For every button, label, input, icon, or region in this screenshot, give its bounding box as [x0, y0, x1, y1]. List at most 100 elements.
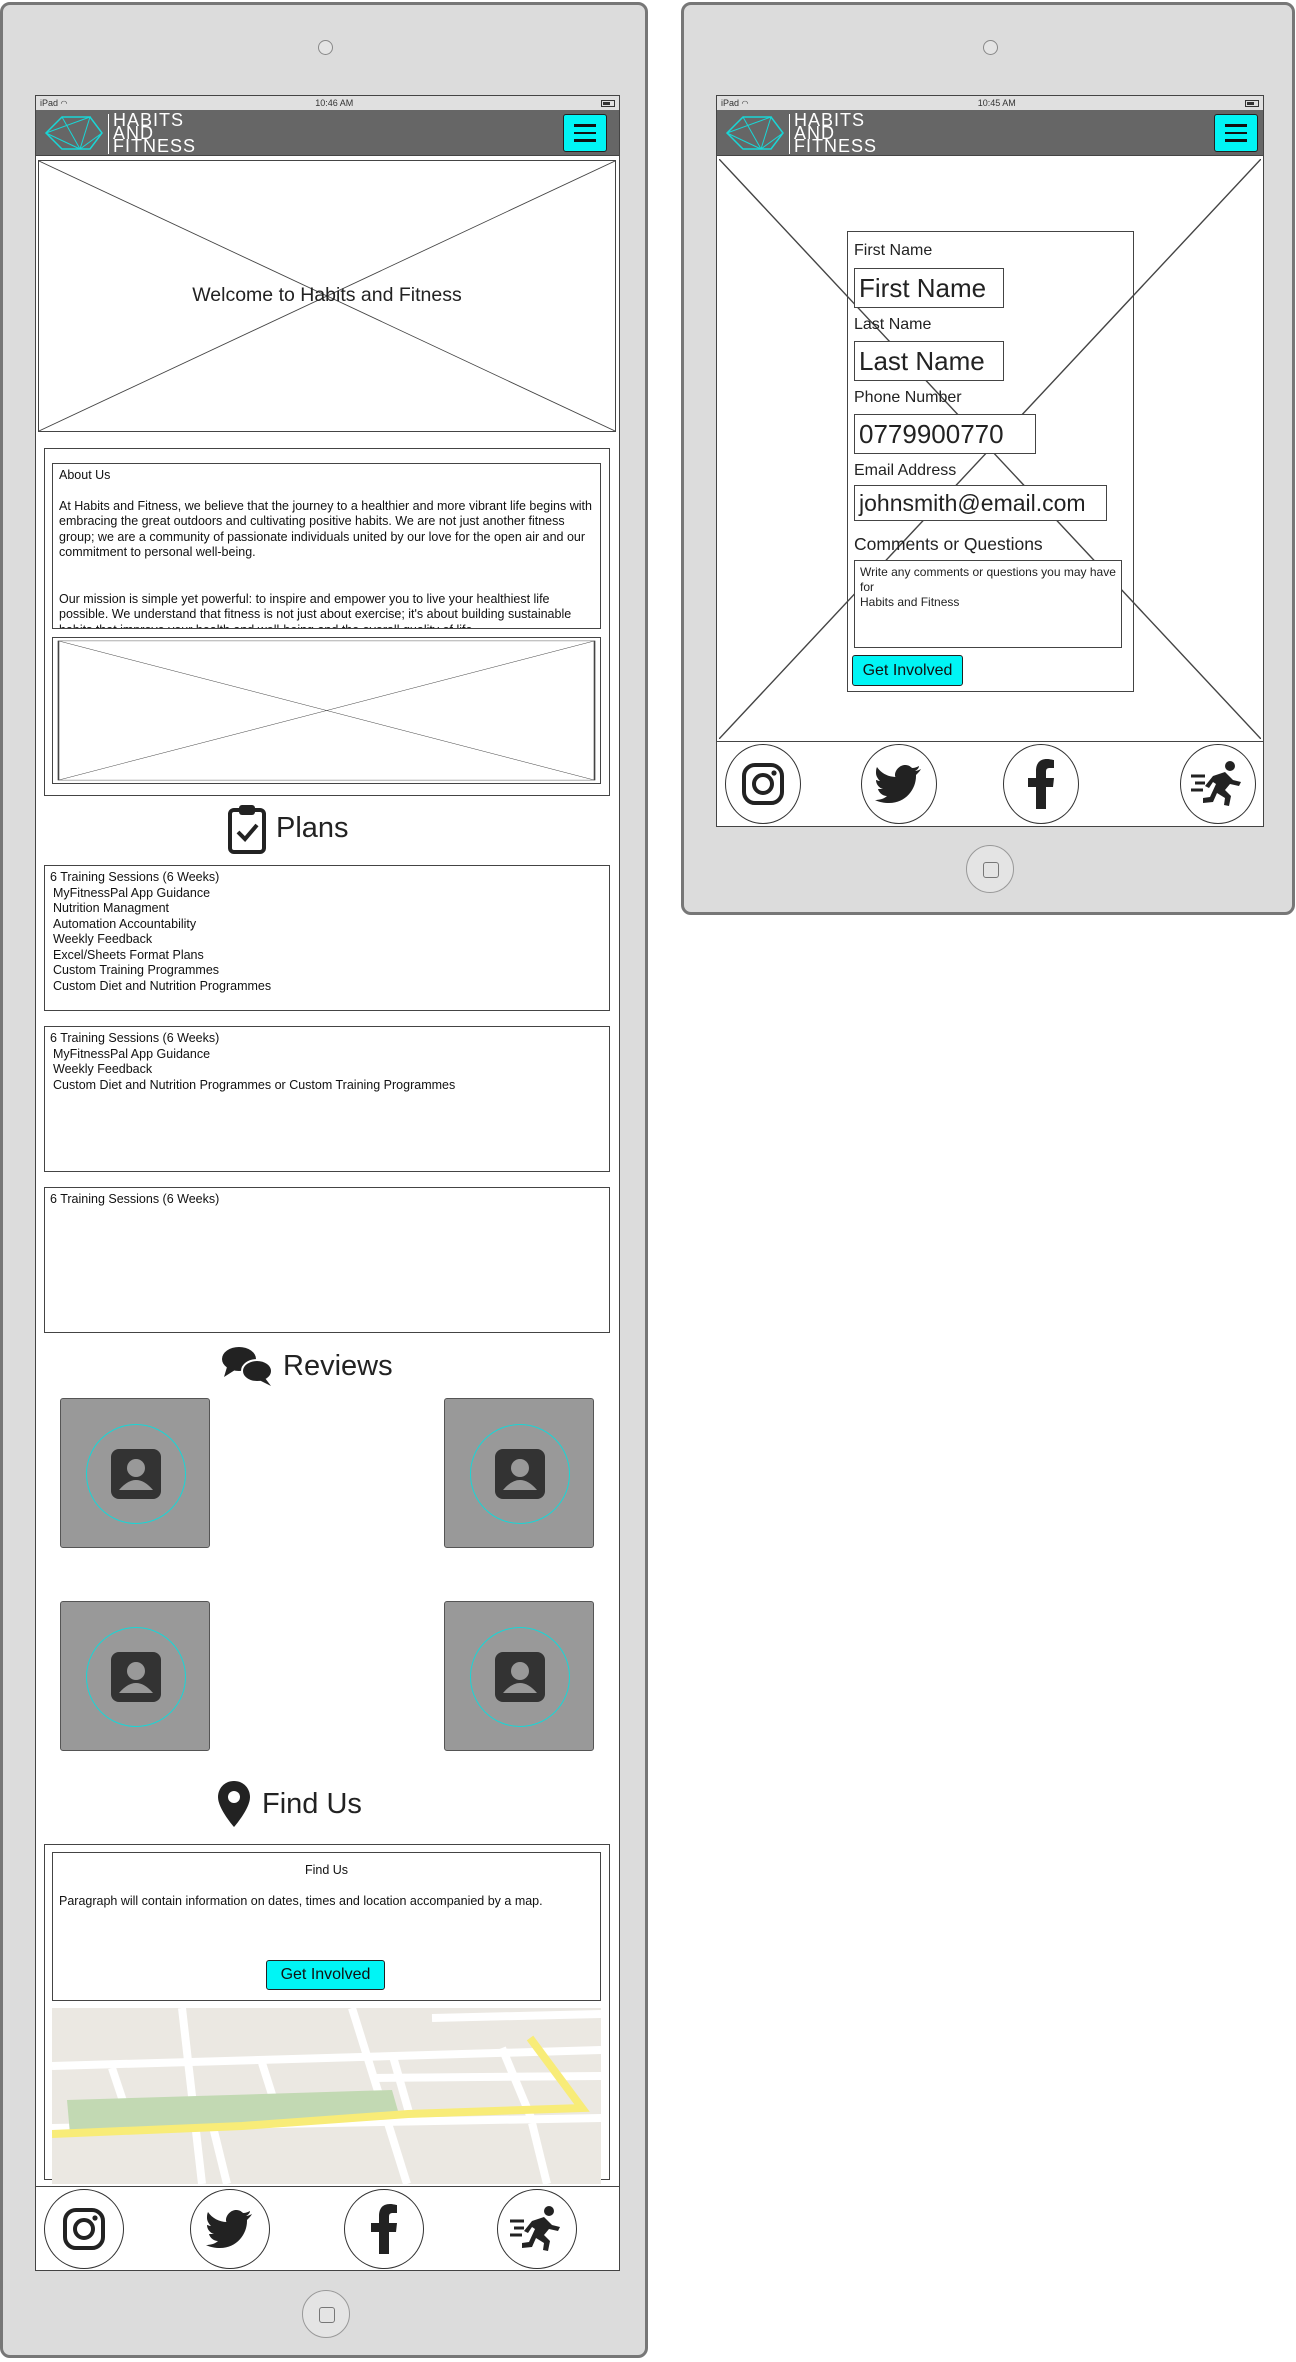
user-avatar-icon [495, 1652, 545, 1702]
battery-icon [600, 99, 615, 107]
get-involved-button[interactable]: Get Involved [266, 1960, 385, 1990]
twitter-link[interactable] [190, 2189, 270, 2269]
carrier-label: iPad [721, 98, 740, 108]
plan-item: Automation Accountability [53, 916, 197, 931]
map-image[interactable] [52, 2008, 601, 2184]
find-us-card: Find Us Paragraph will contain informati… [52, 1852, 601, 2001]
home-button[interactable] [966, 845, 1014, 893]
plan-item: Excel/Sheets Format Plans [53, 947, 204, 962]
phone-input[interactable]: 0779900770 [854, 414, 1036, 454]
status-bar: iPad ◠ 10:45 AM [717, 96, 1263, 110]
status-bar: iPad ◠ 10:46 AM [36, 96, 619, 110]
running-link[interactable] [1180, 744, 1256, 824]
screen-right: iPad ◠ 10:45 AM HABITS AND FITNESS First… [716, 95, 1264, 827]
plan-card-3[interactable]: 6 Training Sessions (6 Weeks) [44, 1187, 610, 1333]
plan-item: MyFitnessPal App Guidance [53, 885, 211, 900]
plans-heading: Plans [228, 800, 349, 856]
first-name-label: First Name [854, 242, 933, 259]
navbar: HABITS AND FITNESS [717, 110, 1263, 156]
logo-icon[interactable] [721, 113, 785, 153]
comments-icon [222, 1347, 273, 1386]
user-avatar-icon [111, 1449, 161, 1499]
image-placeholder [57, 640, 596, 781]
twitter-icon [875, 765, 921, 803]
comments-placeholder-line-2: Habits and Fitness [860, 595, 960, 609]
comments-label: Comments or Questions [854, 534, 1043, 554]
plan-item: Custom Diet and Nutrition Programmes [53, 978, 272, 993]
review-tile[interactable] [60, 1398, 210, 1548]
first-name-input[interactable]: First Name [854, 268, 1004, 308]
hamburger-icon [574, 124, 596, 127]
plan-item: Weekly Feedback [53, 932, 153, 946]
last-name-label: Last Name [854, 316, 932, 333]
get-involved-button[interactable]: Get Involved [852, 655, 963, 686]
email-input[interactable]: johnsmith@email.com [854, 485, 1107, 521]
plan-item: MyFitnessPal App Guidance [53, 1046, 211, 1061]
plan-title: 6 Training Sessions (6 Weeks) [50, 1192, 220, 1206]
reviews-title: Reviews [283, 1349, 393, 1382]
plan-card-1[interactable]: 6 Training Sessions (6 Weeks) MyFitnessP… [44, 865, 610, 1011]
brand-wordmark[interactable]: HABITS AND FITNESS [789, 111, 878, 156]
comments-textarea[interactable]: Write any comments or questions you may … [854, 560, 1122, 648]
plans-title: Plans [276, 811, 349, 844]
menu-button[interactable] [1214, 114, 1258, 152]
about-card: About Us At Habits and Fitness, we belie… [52, 463, 601, 629]
hamburger-icon [1225, 124, 1247, 127]
about-image [52, 637, 601, 784]
screen-left: iPad ◠ 10:46 AM HABITS AND FITNESS Welco… [35, 95, 620, 2271]
avatar-ring [86, 1627, 186, 1727]
hero-title: Welcome to Habits and Fitness [192, 284, 462, 306]
brand-line-3: FITNESS [113, 136, 197, 156]
facebook-link[interactable] [1003, 744, 1079, 824]
plan-item: Custom Training Programmes [53, 963, 220, 977]
battery-icon [1244, 99, 1259, 107]
about-paragraph-2: Our mission is simple yet powerful: to i… [59, 591, 572, 629]
review-tile[interactable] [60, 1601, 210, 1751]
twitter-link[interactable] [861, 744, 937, 824]
running-link[interactable] [497, 2189, 577, 2269]
avatar-ring [86, 1424, 186, 1524]
review-tile[interactable] [444, 1601, 594, 1751]
navbar: HABITS AND FITNESS [36, 110, 619, 156]
footer [717, 741, 1263, 826]
avatar-ring [470, 1424, 570, 1524]
running-icon [510, 2206, 560, 2251]
camera-dot [983, 40, 998, 55]
contact-form: First Name First Name Last Name Last Nam… [847, 231, 1134, 692]
instagram-link[interactable] [44, 2189, 124, 2269]
about-section: About Us At Habits and Fitness, we belie… [44, 448, 610, 796]
review-tile[interactable] [444, 1398, 594, 1548]
map-graphic [52, 2008, 601, 2184]
brand-line-3: FITNESS [794, 136, 878, 156]
avatar-ring [470, 1627, 570, 1727]
find-us-card-title: Find Us [304, 1863, 349, 1877]
clock: 10:46 AM [315, 98, 354, 108]
about-title: About Us [59, 468, 111, 482]
last-name-input[interactable]: Last Name [854, 341, 1004, 381]
camera-dot [318, 40, 333, 55]
logo-icon[interactable] [40, 113, 104, 153]
about-paragraph-1: At Habits and Fitness, we believe that t… [59, 498, 592, 560]
facebook-link[interactable] [344, 2189, 424, 2269]
clipboard-check-icon [228, 805, 266, 854]
menu-button[interactable] [563, 114, 607, 152]
phone-label: Phone Number [854, 389, 962, 406]
find-us-section: Find Us Paragraph will contain informati… [44, 1844, 610, 2184]
plan-item: Weekly Feedback [53, 1062, 153, 1076]
wifi-icon: ◠ [741, 99, 749, 108]
plan-title: 6 Training Sessions (6 Weeks) [50, 1031, 220, 1045]
user-avatar-icon [495, 1449, 545, 1499]
brand-wordmark[interactable]: HABITS AND FITNESS [108, 111, 197, 156]
facebook-icon [1028, 759, 1054, 809]
email-label: Email Address [854, 462, 957, 479]
instagram-icon [742, 763, 784, 805]
find-us-heading: Find Us [216, 1776, 362, 1832]
plan-card-2[interactable]: 6 Training Sessions (6 Weeks) MyFitnessP… [44, 1026, 610, 1172]
wifi-icon: ◠ [60, 99, 68, 108]
instagram-link[interactable] [725, 744, 801, 824]
footer [36, 2186, 619, 2270]
twitter-icon [206, 2210, 252, 2248]
plan-item: Nutrition Managment [53, 901, 170, 915]
comments-placeholder-line-1: Write any comments or questions you may … [860, 565, 1116, 594]
home-button[interactable] [302, 2290, 350, 2338]
